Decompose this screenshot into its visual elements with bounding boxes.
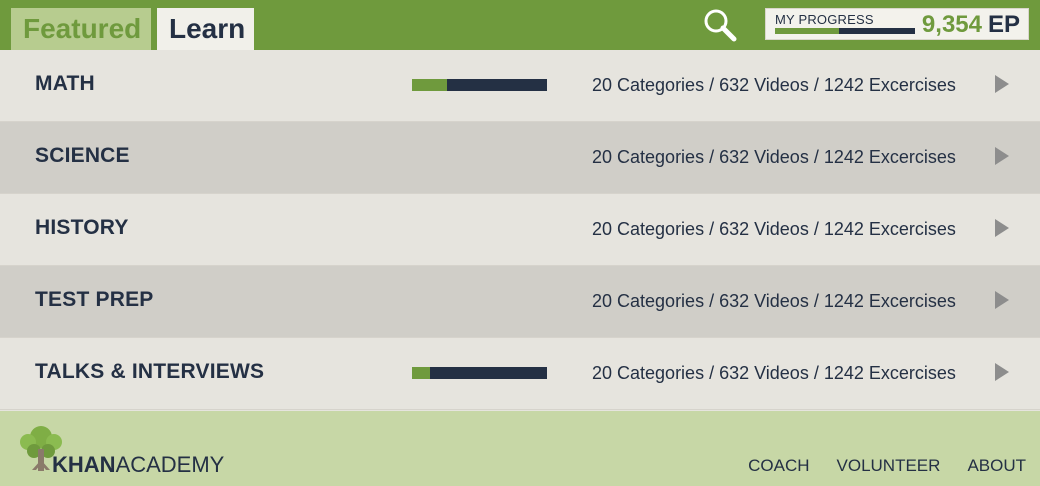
chevron-right-icon[interactable]: [995, 75, 1011, 93]
tab-featured[interactable]: Featured: [11, 8, 151, 50]
chevron-right-icon[interactable]: [995, 147, 1011, 165]
footer-links: COACH VOLUNTEER ABOUT: [748, 456, 1026, 476]
subject-title: TEST PREP: [35, 288, 154, 311]
chevron-right-icon[interactable]: [995, 219, 1011, 237]
top-bar: Featured Learn MY PROGRESS 9,354 EP: [0, 0, 1040, 50]
footer-link-about[interactable]: ABOUT: [967, 456, 1026, 476]
my-progress-bar-fill: [775, 28, 840, 34]
logo-wordmark: KHANACADEMY: [52, 452, 224, 478]
subject-stats: 20 Categories / 632 Videos / 1242 Excerc…: [592, 147, 956, 167]
subject-progress-fill: [412, 367, 430, 379]
subject-progress-fill: [412, 79, 448, 91]
logo-wordmark-bold: KHAN: [52, 452, 116, 477]
subject-title: TALKS & INTERVIEWS: [35, 360, 265, 383]
energy-points: 9,354 EP: [922, 11, 1020, 39]
subject-stats: 20 Categories / 632 Videos / 1242 Excerc…: [592, 363, 956, 383]
subject-row-history[interactable]: HISTORY 20 Categories / 632 Videos / 124…: [0, 194, 1040, 266]
subject-stats: 20 Categories / 632 Videos / 1242 Excerc…: [592, 291, 956, 311]
subject-row-talks-interviews[interactable]: TALKS & INTERVIEWS 20 Categories / 632 V…: [0, 338, 1040, 410]
subject-list: MATH 20 Categories / 632 Videos / 1242 E…: [0, 50, 1040, 410]
subject-title: MATH: [35, 72, 95, 95]
energy-points-value: 9,354: [921, 11, 982, 38]
my-progress-panel[interactable]: MY PROGRESS 9,354 EP: [765, 8, 1029, 40]
footer-link-coach[interactable]: COACH: [748, 456, 809, 476]
subject-row-test-prep[interactable]: TEST PREP 20 Categories / 632 Videos / 1…: [0, 266, 1040, 338]
search-icon[interactable]: [700, 5, 740, 45]
subject-stats: 20 Categories / 632 Videos / 1242 Excerc…: [592, 219, 956, 239]
my-progress-bar: [775, 28, 915, 34]
subject-row-math[interactable]: MATH 20 Categories / 632 Videos / 1242 E…: [0, 50, 1040, 122]
subject-progress-bar: [412, 367, 547, 379]
search-icon-svg: [704, 9, 737, 42]
my-progress-label: MY PROGRESS: [775, 12, 874, 27]
chevron-right-icon[interactable]: [995, 291, 1011, 309]
energy-points-unit: EP: [987, 11, 1020, 38]
khan-academy-logo[interactable]: KHANACADEMY: [16, 424, 226, 478]
tab-learn[interactable]: Learn: [157, 8, 254, 50]
chevron-right-icon[interactable]: [995, 363, 1011, 381]
subject-row-science[interactable]: SCIENCE 20 Categories / 632 Videos / 124…: [0, 122, 1040, 194]
subject-title: SCIENCE: [35, 144, 130, 167]
footer: KHANACADEMY COACH VOLUNTEER ABOUT: [0, 411, 1040, 486]
footer-link-volunteer[interactable]: VOLUNTEER: [837, 456, 941, 476]
subject-progress-bar: [412, 79, 547, 91]
logo-wordmark-light: ACADEMY: [115, 452, 225, 477]
subject-stats: 20 Categories / 632 Videos / 1242 Excerc…: [592, 75, 956, 95]
subject-title: HISTORY: [35, 216, 129, 239]
